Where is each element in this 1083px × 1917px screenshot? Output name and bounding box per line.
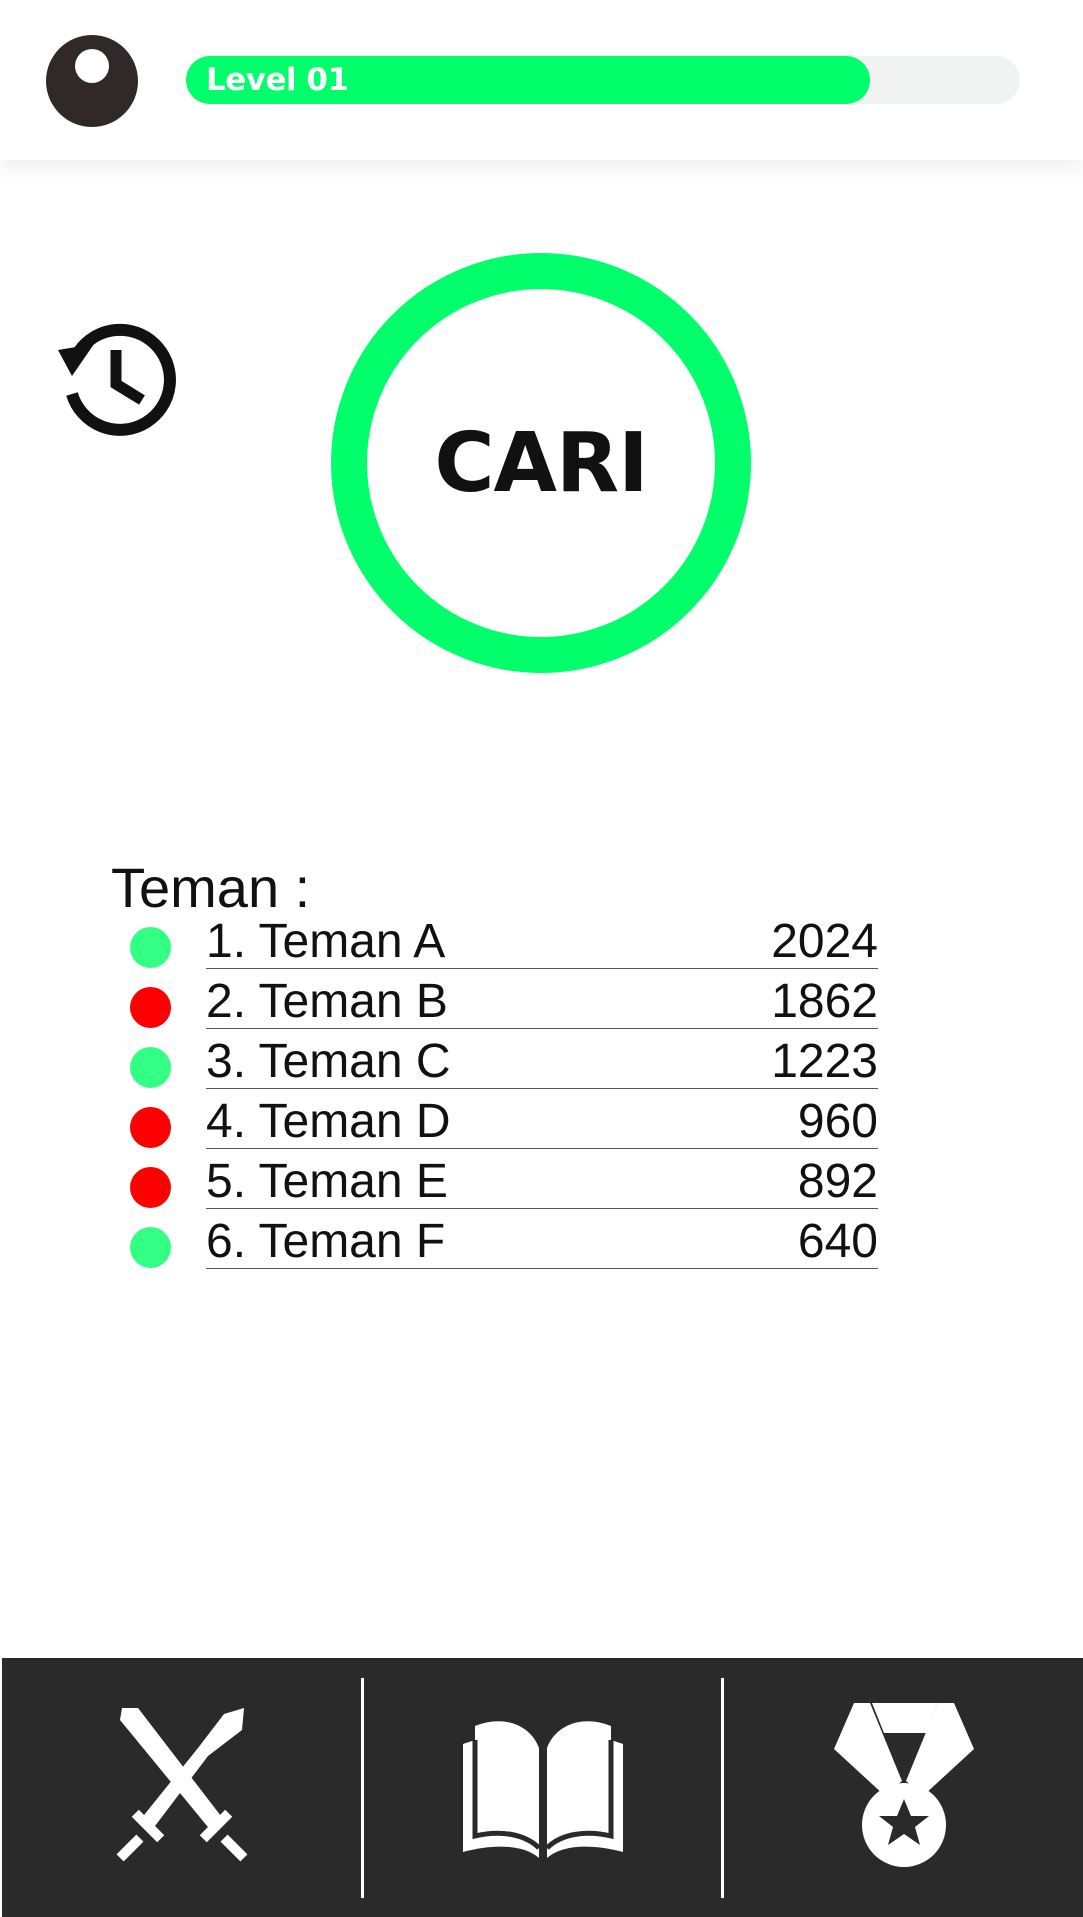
friend-line: 2. Teman B 1862 bbox=[206, 976, 878, 1029]
status-dot bbox=[130, 1227, 171, 1268]
friend-name: 3. Teman C bbox=[206, 1035, 451, 1088]
friend-name: 6. Teman F bbox=[206, 1215, 446, 1268]
medal-icon bbox=[833, 1702, 974, 1867]
friend-score: 1862 bbox=[771, 975, 878, 1028]
nav-achievement-button[interactable] bbox=[724, 1658, 1083, 1917]
friend-name: 2. Teman B bbox=[206, 975, 448, 1028]
status-dot bbox=[130, 1047, 171, 1088]
bottom-nav bbox=[2, 1658, 1083, 1917]
nav-battle-button[interactable] bbox=[2, 1658, 361, 1917]
friend-score: 2024 bbox=[771, 915, 878, 968]
friend-name: 5. Teman E bbox=[206, 1155, 448, 1208]
crossed-swords-icon bbox=[116, 1707, 247, 1861]
status-dot bbox=[130, 1107, 171, 1148]
friend-row[interactable]: 3. Teman C 1223 bbox=[130, 1036, 878, 1096]
friend-score: 960 bbox=[797, 1095, 878, 1148]
status-dot bbox=[130, 1167, 171, 1208]
avatar-eye bbox=[75, 49, 109, 83]
friend-list: 1. Teman A 2024 2. Teman B 1862 3. Teman… bbox=[130, 916, 878, 1276]
open-book-icon bbox=[462, 1720, 623, 1858]
friend-name: 1. Teman A bbox=[206, 915, 446, 968]
friend-name: 4. Teman D bbox=[206, 1095, 451, 1148]
friend-row[interactable]: 6. Teman F 640 bbox=[130, 1216, 878, 1276]
friend-row[interactable]: 1. Teman A 2024 bbox=[130, 916, 878, 976]
search-button[interactable]: CARI bbox=[331, 253, 751, 673]
friend-score: 1223 bbox=[771, 1035, 878, 1088]
top-bar: Level 01 bbox=[0, 0, 1083, 160]
status-dot bbox=[130, 927, 171, 968]
avatar-icon[interactable] bbox=[46, 35, 138, 127]
search-label: CARI bbox=[434, 415, 648, 511]
nav-book-button[interactable] bbox=[364, 1658, 721, 1917]
friend-row[interactable]: 2. Teman B 1862 bbox=[130, 976, 878, 1036]
friends-heading: Teman : bbox=[111, 856, 311, 919]
friend-line: 3. Teman C 1223 bbox=[206, 1036, 878, 1089]
level-progress-bar: Level 01 bbox=[186, 56, 1020, 104]
history-icon[interactable] bbox=[54, 312, 184, 442]
friend-line: 4. Teman D 960 bbox=[206, 1096, 878, 1149]
level-label: Level 01 bbox=[206, 62, 349, 98]
friend-line: 6. Teman F 640 bbox=[206, 1216, 878, 1269]
friend-line: 5. Teman E 892 bbox=[206, 1156, 878, 1209]
friend-score: 892 bbox=[797, 1155, 878, 1208]
friend-row[interactable]: 4. Teman D 960 bbox=[130, 1096, 878, 1156]
friend-score: 640 bbox=[797, 1215, 878, 1268]
status-dot bbox=[130, 987, 171, 1028]
friend-line: 1. Teman A 2024 bbox=[206, 916, 878, 969]
friend-row[interactable]: 5. Teman E 892 bbox=[130, 1156, 878, 1216]
